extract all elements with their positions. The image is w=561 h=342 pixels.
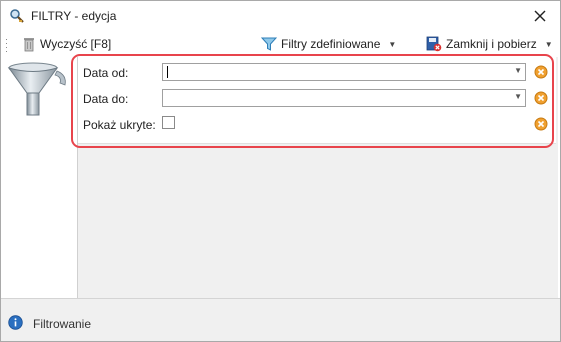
window-title: FILTRY - edycja [31, 9, 117, 23]
title-bar: FILTRY - edycja [1, 1, 560, 31]
clear-button[interactable]: Wyczyść [F8] [22, 35, 111, 53]
search-key-icon [9, 8, 25, 24]
date-to-input[interactable]: ▼ [162, 89, 526, 107]
chevron-down-icon[interactable]: ▼ [514, 92, 522, 101]
filter-window: FILTRY - edycja Wyczyść [F8] Filtry zdef… [0, 0, 561, 342]
clear-show-hidden-button[interactable] [534, 117, 548, 131]
date-from-label: Data od: [83, 66, 129, 80]
clear-date-from-button[interactable] [534, 65, 548, 79]
filter-icon [261, 36, 277, 52]
clear-x-icon [534, 65, 548, 79]
left-icon-strip [1, 57, 78, 298]
toolbar-grip[interactable] [5, 38, 8, 52]
filter-form: Data od: ▼ Data do: ▼ Pokaż ukryte: [71, 54, 556, 148]
clear-x-icon [534, 117, 548, 131]
date-to-row: Data do: ▼ [78, 88, 556, 110]
text-cursor [167, 66, 168, 78]
close-and-fetch-label: Zamknij i pobierz [446, 37, 537, 51]
show-hidden-label: Pokaż ukryte: [83, 118, 156, 132]
close-fetch-icon [426, 36, 442, 52]
info-icon [8, 315, 23, 330]
show-hidden-checkbox[interactable] [162, 116, 175, 129]
close-and-fetch-button[interactable]: Zamknij i pobierz ▼ [426, 35, 553, 53]
toolbar: Wyczyść [F8] Filtry zdefiniowane ▼ Zamkn… [1, 32, 560, 56]
date-to-label: Data do: [83, 92, 129, 106]
chevron-down-icon: ▼ [388, 39, 397, 49]
status-text: Filtrowanie [33, 317, 92, 331]
funnel-icon [5, 61, 71, 123]
chevron-down-icon[interactable]: ▼ [545, 40, 553, 49]
defined-filters-label: Filtry zdefiniowane [281, 37, 381, 51]
chevron-down-icon[interactable]: ▼ [514, 66, 522, 75]
content-area: Data od: ▼ Data do: ▼ Pokaż ukryte: [1, 54, 560, 298]
status-bar: Filtrowanie [1, 298, 560, 341]
date-from-row: Data od: ▼ [78, 62, 556, 84]
filter-panel: Data od: ▼ Data do: ▼ Pokaż ukryte: [71, 54, 558, 298]
trash-can-icon [22, 36, 36, 52]
clear-label: Wyczyść [F8] [40, 37, 112, 51]
date-from-input[interactable]: ▼ [162, 63, 526, 81]
defined-filters-dropdown[interactable]: Filtry zdefiniowane ▼ [261, 35, 396, 53]
show-hidden-row: Pokaż ukryte: [78, 114, 556, 136]
close-button[interactable] [526, 4, 554, 28]
clear-x-icon [534, 91, 548, 105]
clear-date-to-button[interactable] [534, 91, 548, 105]
close-icon [534, 10, 546, 22]
